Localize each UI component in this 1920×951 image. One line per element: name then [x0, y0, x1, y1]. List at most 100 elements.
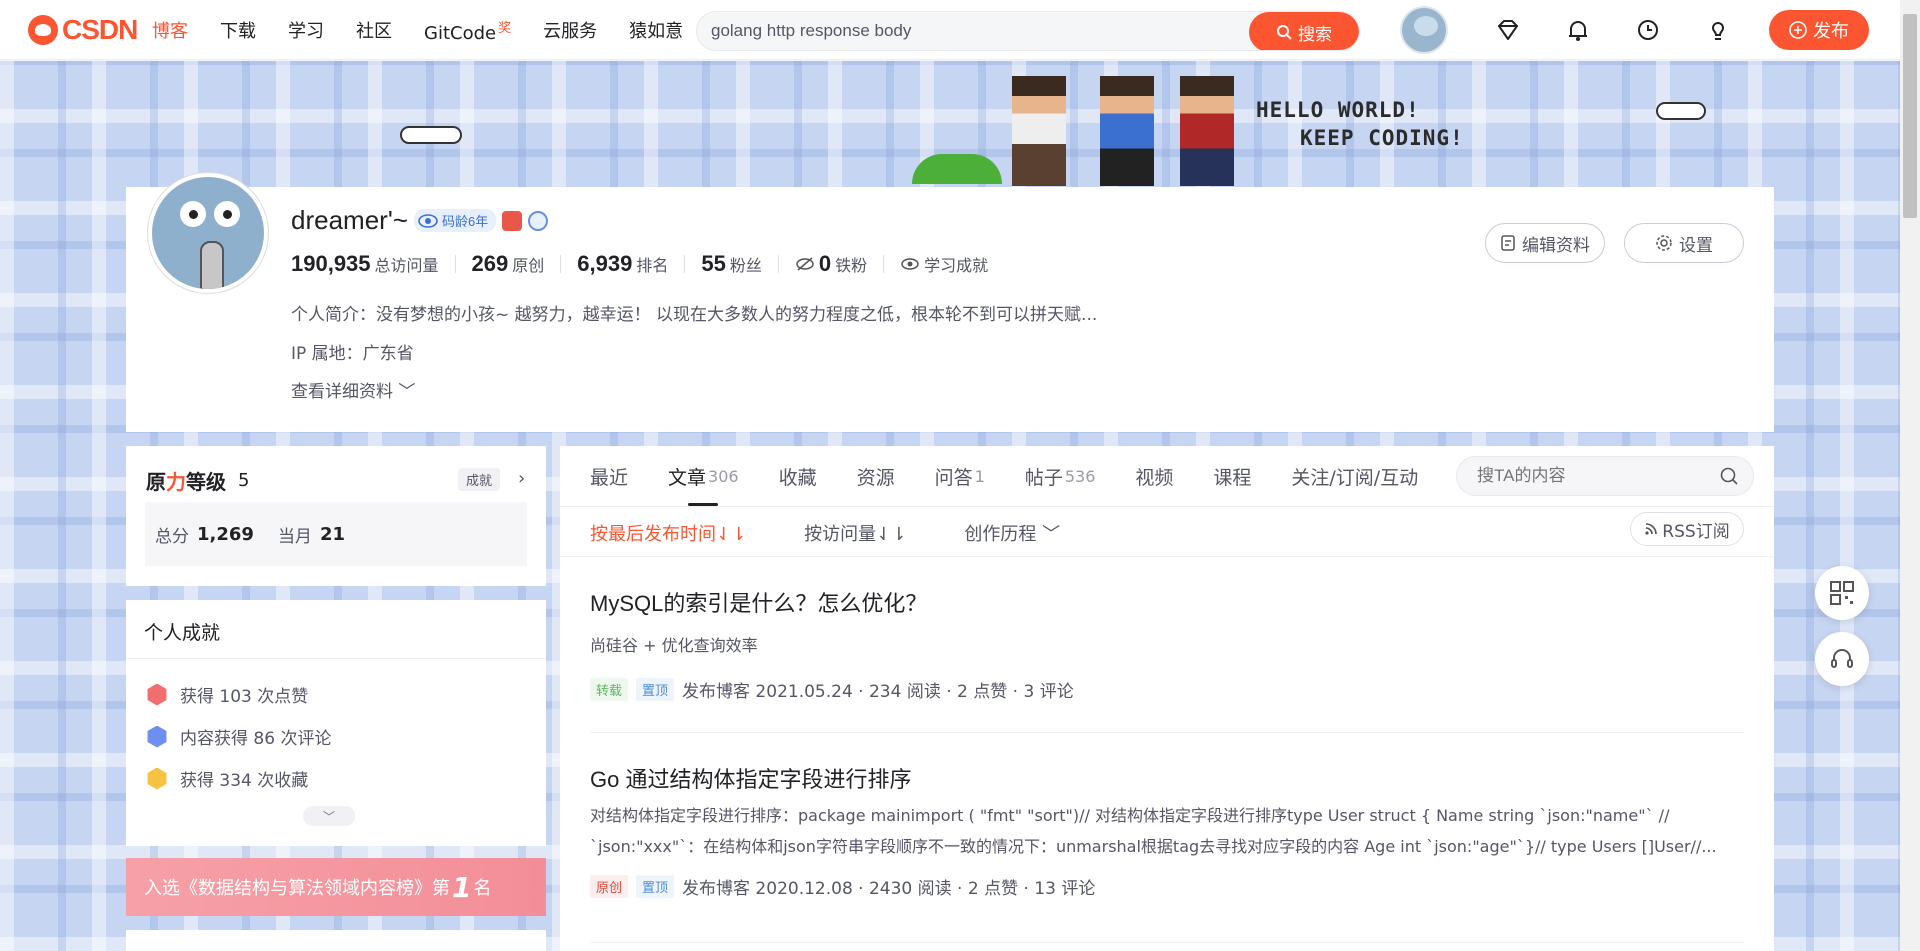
stat-label: 粉丝	[729, 258, 762, 275]
settings-label: 设置	[1679, 235, 1713, 256]
stat-total-views[interactable]: 190,935 总访问量	[291, 251, 439, 277]
publish-label: 发布	[1813, 21, 1849, 42]
profile-ip-location: IP 属地：广东省	[291, 344, 414, 364]
tab-resources[interactable]: 资源	[857, 446, 895, 506]
search-icon	[1277, 25, 1292, 40]
user-avatar[interactable]	[1400, 6, 1448, 54]
content-tabs: 最近 文章 306 收藏 资源 问答 1 帖子 536 视频 课程 关注/订阅/互动	[590, 446, 1418, 506]
stat-label: 铁粉	[835, 258, 868, 275]
search-button[interactable]: 搜索	[1249, 12, 1359, 50]
banner-line-1: HELLO WORLD!	[1256, 98, 1420, 122]
nav-item-gitcode[interactable]: GitCode 奖	[424, 17, 511, 44]
settings-button[interactable]: 设置	[1624, 223, 1744, 263]
article-title[interactable]: MySQL的索引是什么？怎么优化？	[590, 586, 1744, 618]
level-score-box: 总分 1,269 当月 21	[145, 502, 527, 566]
edit-document-icon	[1501, 235, 1515, 251]
tab-count: 1	[974, 466, 985, 486]
ranking-banner[interactable]: 入选《数据结构与算法领域内容榜》第 1 名	[126, 858, 546, 916]
search-box: 搜索	[696, 11, 1360, 51]
publish-button[interactable]: 发布	[1769, 10, 1869, 50]
history-clock-icon[interactable]	[1632, 14, 1664, 46]
sort-by-time[interactable]: 按最后发布时间⇃⇂	[590, 520, 746, 546]
article-meta-text: 发布博客 2021.05.24 · 234 阅读 · 2 点赞 · 3 评论	[682, 682, 1074, 702]
article-summary[interactable]: 尚硅谷 + 优化查询效率	[590, 630, 1744, 661]
level-title-part: 原	[146, 470, 166, 494]
tab-qa[interactable]: 问答 1	[935, 446, 985, 506]
profile-name: dreamer'~	[291, 205, 408, 235]
view-more-profile-link[interactable]: 查看详细资料 ﹀	[291, 377, 415, 402]
tab-count: 306	[708, 466, 739, 486]
stat-label: 排名	[636, 258, 669, 275]
profile-avatar[interactable]	[148, 173, 268, 293]
stat-label: 原创	[512, 258, 545, 275]
rss-subscribe-button[interactable]: RSS订阅	[1630, 512, 1744, 546]
stat-divider	[883, 255, 885, 273]
qr-code-button[interactable]	[1815, 566, 1869, 620]
rss-icon	[1645, 523, 1658, 535]
stat-divider	[684, 255, 686, 273]
level-title-text: 原力等级	[146, 466, 226, 495]
blog-expert-icon[interactable]	[502, 210, 523, 231]
sort-by-views[interactable]: 按访问量⇃⇂	[804, 520, 906, 546]
nav-item-learn[interactable]: 学习	[288, 17, 324, 43]
stat-value: 55	[701, 251, 726, 276]
divider	[560, 506, 1774, 507]
learning-label: 学习成就	[924, 258, 989, 275]
stat-fans[interactable]: 55 粉丝	[701, 251, 762, 277]
scrollbar-thumb[interactable]	[1903, 14, 1917, 218]
tab-follow[interactable]: 关注/订阅/互动	[1291, 446, 1418, 506]
chevron-right-icon[interactable]: ›	[518, 468, 525, 489]
achievement-tag[interactable]: 成就	[458, 468, 501, 491]
article-meta: 原创 置顶 发布博客 2020.12.08 · 2430 阅读 · 2 点赞 ·…	[590, 874, 1744, 899]
tab-label: 收藏	[778, 466, 817, 489]
eye-icon	[901, 258, 919, 270]
nav-item-cloud[interactable]: 云服务	[543, 17, 597, 43]
logo-icon	[28, 15, 58, 45]
stat-rank[interactable]: 6,939 排名	[577, 251, 668, 277]
search-input[interactable]	[697, 12, 1237, 50]
notification-bell-icon[interactable]	[1562, 14, 1594, 46]
stat-divider	[560, 255, 562, 273]
nav-item-blog[interactable]: 博客	[152, 17, 188, 43]
content-search-input[interactable]	[1457, 457, 1697, 495]
profile-bio: 个人简介：没有梦想的小孩~ 越努力，越幸运！ 以现在大多数人的努力程度之低，根本…	[291, 305, 1098, 325]
customer-service-button[interactable]	[1815, 632, 1869, 686]
tab-articles[interactable]: 文章 306	[668, 446, 739, 506]
sort-bar: 按最后发布时间⇃⇂ 按访问量⇃⇂ 创作历程 ﹀	[590, 520, 1060, 546]
nav-item-yuanruyi[interactable]: 猿如意	[629, 17, 683, 43]
edit-profile-button[interactable]: 编辑资料	[1485, 223, 1605, 263]
page-scrollbar[interactable]	[1900, 0, 1920, 951]
pixel-character	[1180, 76, 1234, 186]
gitcode-badge: 奖	[498, 20, 512, 36]
stat-value: 0	[818, 251, 832, 276]
creation-history-dropdown[interactable]: 创作历程 ﹀	[964, 520, 1060, 546]
stat-original[interactable]: 269 原创	[472, 251, 545, 277]
nav-item-community[interactable]: 社区	[356, 17, 392, 43]
logo-text: CSDN	[62, 14, 138, 45]
article-summary[interactable]: 对结构体指定字段进行排序：package mainimport ( "fmt" …	[590, 800, 1744, 862]
nav-item-download[interactable]: 下载	[220, 17, 256, 43]
tab-label: 问答	[934, 466, 973, 489]
month-score-label: 当月	[277, 526, 312, 547]
search-icon[interactable]	[1719, 466, 1739, 486]
csdn-logo[interactable]: CSDN	[28, 14, 138, 46]
view-more-label: 查看详细资料	[291, 382, 393, 402]
avatar-hand	[200, 241, 224, 289]
article-title[interactable]: Go 通过结构体指定字段进行排序	[590, 762, 1744, 794]
search-button-label: 搜索	[1298, 24, 1332, 45]
tab-posts[interactable]: 帖子 536	[1025, 446, 1096, 506]
tab-videos[interactable]: 视频	[1135, 446, 1173, 506]
tab-favorites[interactable]: 收藏	[779, 446, 817, 506]
tab-courses[interactable]: 课程	[1213, 446, 1251, 506]
tab-recent[interactable]: 最近	[590, 446, 628, 506]
banner-slogan: HELLO WORLD! KEEP CODING!	[1256, 96, 1464, 152]
ranking-suffix: 名	[473, 878, 492, 899]
expand-achievements-button[interactable]: ﹀	[303, 806, 355, 826]
vip-diamond-icon[interactable]	[1492, 14, 1524, 46]
learning-achievement-link[interactable]: 学习成就	[900, 252, 988, 276]
level-number: 5	[238, 470, 250, 491]
stat-iron-fans[interactable]: 0 铁粉	[795, 251, 867, 277]
creation-bulb-icon[interactable]	[1702, 14, 1734, 46]
qr-code-icon	[1830, 581, 1854, 605]
code-age-text: 码龄6年	[441, 214, 489, 229]
